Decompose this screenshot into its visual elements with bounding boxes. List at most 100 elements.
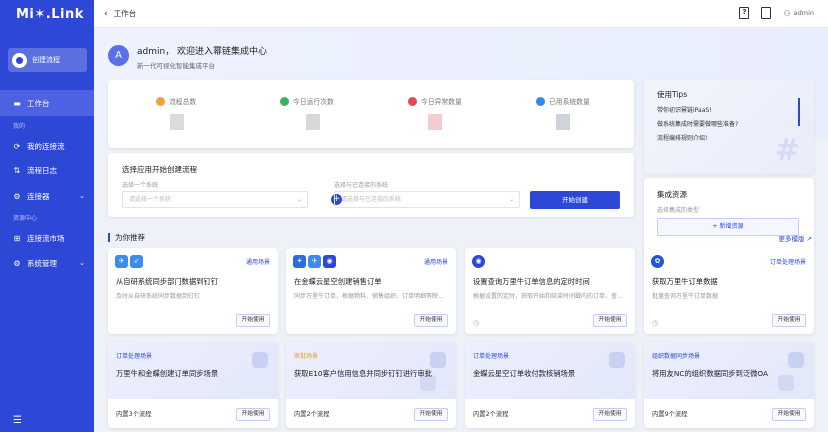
stat-today-runs: 今日运行次数 <box>280 96 380 130</box>
stat-label: 已用系统数量 <box>549 98 590 106</box>
tips-decoration: # <box>774 133 800 168</box>
monitor-icon: ▬ <box>13 98 21 108</box>
sidebar-item-label: 我的连接流 <box>27 141 65 151</box>
template-card[interactable]: ✿ 订单处理场景 获取万里牛订单数据 批量查询万里牛订单数据 ◷ 开始使用 <box>644 248 814 334</box>
breadcrumb: 工作台 <box>113 9 137 18</box>
user-menu[interactable]: ⚇ admin <box>783 9 814 18</box>
create-flow-button[interactable]: 创建流程 <box>8 48 87 72</box>
stat-label: 流程总数 <box>169 98 197 106</box>
connector-icon: ⚙ <box>13 191 21 201</box>
use-template-button[interactable]: 开始使用 <box>593 314 627 327</box>
app-icon: ✈ <box>308 255 321 268</box>
external-link-icon: ↗ <box>806 235 812 243</box>
tip-link[interactable]: 带你初识幂链iPaaS! <box>657 105 712 114</box>
template-desc: 同步万里牛订单，根据物料、销售组织、订单明细等映... <box>294 293 444 300</box>
template-desc: 及时从自研系统同步数据到钉钉 <box>116 293 201 300</box>
app-logo[interactable]: Mi✶.Link <box>0 0 94 28</box>
sidebar-item-market[interactable]: ⊞ 连接流市场 <box>0 230 94 246</box>
dingtalk-icon: ➶ <box>130 255 143 268</box>
sidebar-item-label: 连接器 <box>27 191 50 201</box>
resources-title: 集成资源 <box>657 190 687 199</box>
user-name: admin <box>793 9 814 17</box>
user-icon: ⚇ <box>783 8 791 18</box>
chevron-down-icon: ⌄ <box>79 192 85 200</box>
kingdee-icon: ✦ <box>293 255 306 268</box>
tip-link[interactable]: 流程编排规则介绍! <box>657 133 707 142</box>
scenario-card[interactable]: 订单处理场景 金蝶云星空订单收付款核销场景 内置2个流程 开始使用 <box>465 342 635 428</box>
flow-icon <box>156 96 165 106</box>
scenario-count: 内置2个流程 <box>294 411 330 418</box>
welcome-subtitle: 新一代可视化智能集成平台 <box>137 62 215 70</box>
error-icon <box>408 96 417 106</box>
use-scenario-button[interactable]: 开始使用 <box>236 408 270 421</box>
heading-bar <box>108 233 110 242</box>
scenario-category: 订单处理场景 <box>116 353 153 360</box>
create-flow-title: 选择应用开始创建流程 <box>122 165 197 174</box>
use-template-button[interactable]: 开始使用 <box>414 314 448 327</box>
template-card[interactable]: ✈ ➶ 通用场景 从自研系统同步部门数据到钉钉 及时从自研系统同步数据到钉钉 开始… <box>108 248 278 334</box>
scenario-name: 万里牛和金蝶创建订单同步场景 <box>116 369 219 378</box>
sidebar-item-connectors[interactable]: ⚙ 连接器 ⌄ <box>0 188 94 204</box>
chevron-down-icon: ⌄ <box>508 196 514 203</box>
template-desc: 批量查询万里牛订单数据 <box>652 293 719 300</box>
system-select[interactable]: 请选择一个系统 ⌄ <box>122 191 308 208</box>
use-template-button[interactable]: 开始使用 <box>772 314 806 327</box>
recommend-heading: 为你推荐 <box>108 232 145 243</box>
clipboard-icon[interactable] <box>761 7 772 19</box>
sidebar-item-system[interactable]: ⚙ 系统管理 ⌄ <box>0 255 94 271</box>
connected-system-label: 选择与已连接的系统 <box>334 182 389 189</box>
scenario-card[interactable]: 订单处理场景 万里牛和金蝶创建订单同步场景 内置3个流程 开始使用 <box>108 342 278 428</box>
more-templates-link[interactable]: 更多模版 ↗ <box>778 233 812 243</box>
tip-link[interactable]: 做系统集成时需要做哪些准备? <box>657 119 738 128</box>
clock-icon: ◷ <box>652 319 659 327</box>
help-icon[interactable]: ? <box>739 7 750 19</box>
sidebar-item-flow-logs[interactable]: ⇅ 流程日志 <box>0 162 94 178</box>
template-card[interactable]: ✦ ✈ ◉ 通用场景 在金蝶云星空创建销售订单 同步万里牛订单，根据物料、销售组织、… <box>286 248 456 334</box>
sidebar-item-label: 工作台 <box>27 98 50 108</box>
use-scenario-button[interactable]: 开始使用 <box>593 408 627 421</box>
scenario-decoration <box>788 352 804 368</box>
clock-icon: ◷ <box>473 319 480 327</box>
system-select-placeholder: 请选择一个系统 <box>129 196 172 203</box>
template-tag: 通用场景 <box>423 259 448 266</box>
create-flow-card: 选择应用开始创建流程 选择一个系统 请选择一个系统 ⌄ + 选择与已连接的系统 … <box>108 153 634 217</box>
market-icon: ⊞ <box>13 233 21 243</box>
connected-system-placeholder: 请选择与已连接的系统 <box>341 196 402 203</box>
sidebar-item-workbench[interactable]: ▬ 工作台 <box>0 90 94 116</box>
scenario-card[interactable]: 审批场景 获取E10客户信用信息并同步钉钉进行审批 内置2个流程 开始使用 <box>286 342 456 428</box>
stat-label: 今日异常数量 <box>421 98 462 106</box>
sidebar-item-my-connections[interactable]: ⟳ 我的连接流 <box>0 138 94 154</box>
scenario-decoration <box>252 352 268 368</box>
stat-total-flows: 流程总数 <box>156 96 256 130</box>
sidebar-item-label: 连接流市场 <box>27 233 65 243</box>
scenario-category: 组织数据同步场景 <box>652 353 701 360</box>
chevron-down-icon: ⌄ <box>296 196 302 203</box>
connected-system-select[interactable]: 请选择与已连接的系统 ⌄ <box>334 191 520 208</box>
template-tag: 通用场景 <box>245 259 270 266</box>
app-icon: ✿ <box>651 255 664 268</box>
tips-scroll-indicator <box>798 98 800 126</box>
template-name: 设置查询万里牛订单信息的定时时间 <box>473 277 590 286</box>
sidebar-item-label: 系统管理 <box>27 258 57 268</box>
recommend-title: 为你推荐 <box>115 233 145 242</box>
back-arrow-icon[interactable]: ‹ <box>104 9 108 19</box>
sidebar-item-label: 流程日志 <box>27 165 57 175</box>
use-scenario-button[interactable]: 开始使用 <box>772 408 806 421</box>
template-name: 获取万里牛订单数据 <box>652 277 718 286</box>
use-scenario-button[interactable]: 开始使用 <box>414 408 448 421</box>
stat-today-errors: 今日异常数量 <box>408 96 508 130</box>
template-tag: 订单处理场景 <box>769 259 806 266</box>
scenario-count: 内置3个流程 <box>116 411 152 418</box>
create-flow-icon <box>12 52 27 68</box>
menu-toggle-icon[interactable]: ☰ <box>13 415 22 426</box>
use-template-button[interactable]: 开始使用 <box>236 314 270 327</box>
scenario-decoration <box>430 352 446 368</box>
run-icon <box>280 96 289 106</box>
system-icon <box>536 96 545 106</box>
template-card[interactable]: ◉ 设置查询万里牛订单信息的定时时间 根据设置的定时，获取开始和结束时间戳内的订… <box>465 248 635 334</box>
template-name: 从自研系统同步部门数据到钉钉 <box>116 277 219 286</box>
scenario-card[interactable]: 组织数据同步场景 将用友NC的组织数据同步到泛微OA 内置9个流程 开始使用 <box>644 342 814 428</box>
scenario-name: 将用友NC的组织数据同步到泛微OA <box>652 369 769 378</box>
scenario-category: 审批场景 <box>294 353 319 360</box>
start-create-button[interactable]: 开始创建 <box>530 191 620 209</box>
